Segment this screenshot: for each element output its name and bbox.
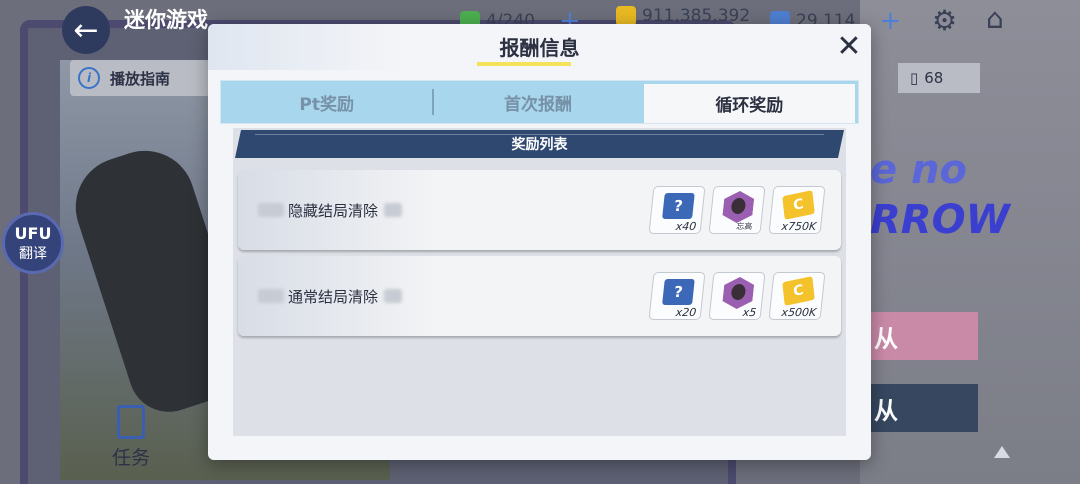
blurred-text: [258, 203, 284, 217]
home-icon[interactable]: ⌂: [986, 2, 1004, 35]
reward-items: ? x20 x5 C x500K: [648, 272, 826, 320]
event-logo: e no RROW: [870, 147, 1010, 243]
arrow-left-icon: ←: [73, 12, 99, 48]
task-button[interactable]: 任务: [96, 400, 166, 470]
tab-first-reward[interactable]: 首次报酬: [432, 81, 643, 123]
row-label: 通常结局清除: [258, 256, 403, 336]
coin-icon: [616, 6, 636, 26]
translate-button[interactable]: UFU 翻译: [2, 212, 64, 274]
side-card-upper[interactable]: 从: [866, 312, 978, 360]
translate-icon: UFU: [14, 223, 52, 243]
reward-info-dialog: 报酬信息 ✕ Pt奖励 首次报酬 循环奖励 奖励列表 隐藏结局清除 ? x40 …: [208, 24, 871, 460]
play-guide-button[interactable]: i 播放指南: [70, 60, 210, 96]
character-hex-icon: [722, 277, 755, 309]
reward-item[interactable]: C x500K: [768, 272, 826, 320]
add-gem-button[interactable]: +: [879, 6, 901, 36]
list-item: 隐藏结局清除 ? x40 忘高 C x750K: [238, 170, 841, 250]
row-label: 隐藏结局清除: [258, 170, 403, 250]
blurred-text: [384, 203, 403, 217]
reward-list-panel: 奖励列表 隐藏结局清除 ? x40 忘高 C x750K 通常结局清除 ? x2…: [233, 128, 846, 436]
reward-tabs: Pt奖励 首次报酬 循环奖励: [220, 80, 859, 124]
reward-item[interactable]: C x750K: [768, 186, 826, 234]
list-item: 通常结局清除 ? x20 x5 C x500K: [238, 256, 841, 336]
character-hex-icon: [722, 191, 755, 223]
reward-item[interactable]: ? x40: [648, 186, 706, 234]
info-icon: i: [78, 67, 100, 89]
blurred-text: [384, 289, 403, 303]
reward-item[interactable]: ? x20: [648, 272, 706, 320]
coin-card-icon: C: [782, 276, 815, 306]
gear-icon[interactable]: ⚙: [932, 4, 957, 37]
close-button[interactable]: ✕: [834, 32, 864, 62]
close-icon: ✕: [836, 29, 862, 64]
reward-item[interactable]: x5: [708, 272, 766, 320]
treasure-box-icon: ?: [662, 193, 695, 219]
dialog-title: 报酬信息: [499, 36, 580, 60]
clipboard-icon: [117, 405, 145, 439]
coin-counter: 911,385,392: [616, 6, 750, 26]
page-title: 迷你游戏: [124, 8, 208, 32]
reward-list-header: 奖励列表: [235, 130, 844, 158]
title-underline: [477, 62, 571, 66]
coin-card-icon: C: [782, 190, 815, 220]
ticket-icon: ▯: [910, 69, 919, 87]
reward-item[interactable]: 忘高: [708, 186, 766, 234]
blurred-text: [258, 289, 284, 303]
scroll-up-icon[interactable]: [994, 446, 1010, 458]
ticket-counter: ▯ 68: [898, 63, 980, 93]
back-button[interactable]: ←: [62, 6, 110, 54]
reward-items: ? x40 忘高 C x750K: [648, 186, 826, 234]
tab-pt-reward[interactable]: Pt奖励: [221, 81, 432, 123]
treasure-box-icon: ?: [662, 279, 695, 305]
tab-loop-reward[interactable]: 循环奖励: [643, 84, 855, 123]
side-card-lower[interactable]: 从: [866, 384, 978, 432]
